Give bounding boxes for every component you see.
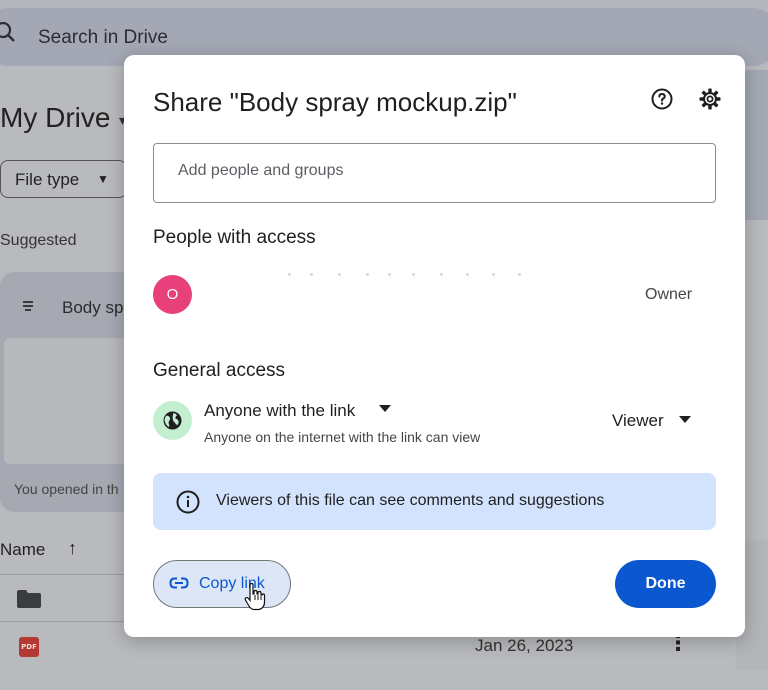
sort-up-icon[interactable]: ↑: [68, 538, 77, 559]
suggested-reason: You opened in th: [14, 481, 119, 497]
info-banner-text: Viewers of this file can see comments an…: [216, 492, 605, 509]
file-type-label: File type: [15, 170, 80, 189]
page-title[interactable]: My Drive: [0, 102, 110, 134]
role-dropdown[interactable]: Viewer: [612, 411, 664, 431]
help-icon[interactable]: [650, 87, 674, 111]
share-dialog: Share "Body spray mockup.zip" People wit…: [124, 55, 745, 637]
copy-link-button[interactable]: Copy link: [153, 560, 291, 608]
dialog-title: Share "Body spray mockup.zip": [153, 87, 517, 117]
globe-icon: [153, 401, 192, 440]
file-type-filter[interactable]: File type ▼: [0, 160, 127, 198]
file-thumbnail: [4, 338, 140, 464]
search-icon[interactable]: [0, 22, 22, 44]
general-access-dropdown[interactable]: Anyone with the link: [204, 401, 355, 421]
search-placeholder[interactable]: Search in Drive: [38, 27, 168, 49]
general-access-heading: General access: [153, 360, 286, 381]
chevron-down-icon: ▼: [97, 172, 109, 186]
suggested-file-name: Body sp: [62, 298, 124, 317]
pdf-icon: PDF: [19, 637, 39, 657]
people-with-access-heading: People with access: [153, 227, 316, 248]
suggested-file-card[interactable]: Body sp You opened in th: [0, 272, 140, 512]
suggested-heading: Suggested: [0, 232, 77, 249]
chevron-down-icon[interactable]: [379, 405, 391, 413]
settings-icon[interactable]: [698, 87, 722, 111]
add-people-field[interactable]: [153, 143, 716, 203]
name-column-header[interactable]: Name: [0, 540, 45, 560]
row-date: Jan 26, 2023: [475, 636, 574, 655]
chevron-down-icon[interactable]: [679, 416, 691, 424]
info-icon: [176, 490, 200, 514]
owner-role-label: Owner: [645, 286, 693, 303]
zip-file-icon: [23, 301, 33, 311]
info-banner: Viewers of this file can see comments an…: [153, 473, 716, 530]
folder-icon: [17, 590, 41, 608]
link-icon: [169, 577, 189, 589]
general-access-description: Anyone on the internet with the link can…: [204, 429, 481, 445]
done-button[interactable]: Done: [615, 560, 716, 608]
avatar: O: [153, 275, 192, 314]
owner-name-redacted: [254, 271, 534, 279]
add-people-input[interactable]: [178, 162, 678, 180]
hand-cursor-icon: [244, 583, 266, 611]
